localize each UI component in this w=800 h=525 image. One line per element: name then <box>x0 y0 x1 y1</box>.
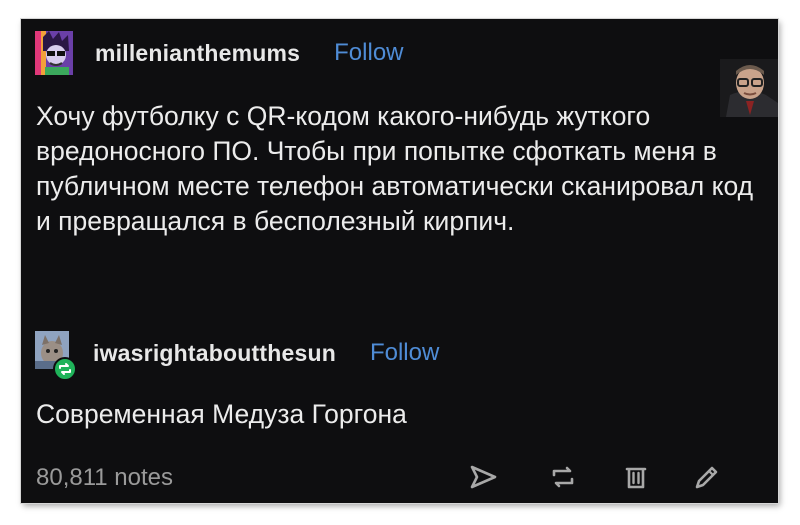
author-username[interactable]: millenianthemums <box>95 40 300 67</box>
post-footer: 80,811 notes <box>21 459 778 499</box>
share-icon[interactable] <box>468 462 498 492</box>
edit-icon[interactable] <box>691 462 721 492</box>
follow-button[interactable]: Follow <box>370 339 439 367</box>
follow-button[interactable]: Follow <box>334 39 403 67</box>
post-body-text: Хочу футболку с QR-кодом какого-нибудь ж… <box>36 101 754 236</box>
reblog-icon[interactable] <box>548 462 578 492</box>
author-avatar[interactable] <box>35 31 73 75</box>
reblog-header: iwasrightaboutthesun Follow <box>35 331 439 381</box>
reblogger-avatar[interactable] <box>35 331 77 381</box>
post-header: millenianthemums Follow <box>35 31 404 75</box>
notes-count[interactable]: 80,811 notes <box>36 464 173 492</box>
reblog-body-text: Современная Медуза Горгона <box>36 399 407 429</box>
tumblr-post-card: millenianthemums Follow Хочу футболку с … <box>21 19 778 503</box>
screenshot-frame: millenianthemums Follow Хочу футболку с … <box>0 0 800 525</box>
reblogger-username[interactable]: iwasrightaboutthesun <box>93 340 336 367</box>
delete-icon[interactable] <box>621 462 651 492</box>
reblog-badge-icon <box>53 357 77 381</box>
